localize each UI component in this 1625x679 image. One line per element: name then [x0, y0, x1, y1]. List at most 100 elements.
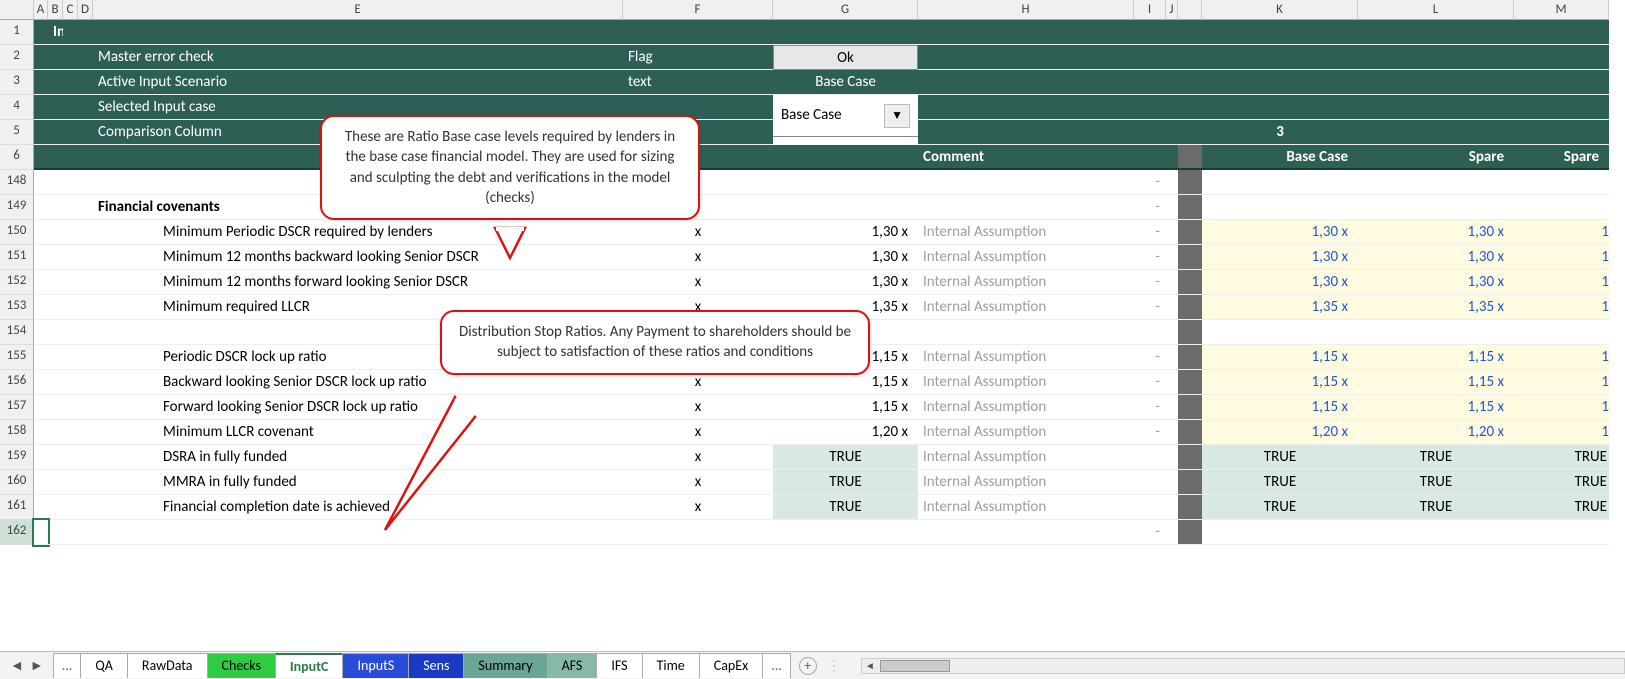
cell[interactable] [1202, 70, 1358, 95]
cell[interactable] [48, 345, 63, 370]
cell[interactable] [1134, 470, 1166, 495]
cell-value[interactable] [773, 170, 918, 195]
row-header[interactable]: 149 [0, 195, 34, 220]
cell-value[interactable]: 1 [1514, 220, 1609, 245]
col-title-spare[interactable]: Spare [1514, 145, 1609, 170]
cell-value[interactable]: 1,30 x [1358, 245, 1514, 270]
cell[interactable]: - [1134, 370, 1166, 395]
cell[interactable]: - [1134, 170, 1166, 195]
cell-value[interactable]: 1,20 x [1358, 420, 1514, 445]
cell-value[interactable]: TRUE [773, 445, 918, 470]
cell[interactable] [78, 120, 93, 145]
tab-ellipsis-right[interactable]: ... [762, 653, 791, 678]
cell[interactable] [1514, 70, 1609, 95]
col-header[interactable]: F [623, 0, 773, 20]
cell[interactable] [48, 70, 63, 95]
cell[interactable] [918, 20, 1134, 45]
cell[interactable] [63, 395, 78, 420]
cell[interactable] [918, 70, 1134, 95]
cell[interactable] [34, 120, 48, 145]
cell[interactable] [1178, 120, 1202, 145]
col-header[interactable] [0, 0, 34, 20]
row-header[interactable]: 5 [0, 120, 34, 145]
cell-value[interactable]: TRUE [773, 495, 918, 520]
row-label[interactable]: Minimum 12 months forward looking Senior… [93, 270, 623, 295]
cell[interactable]: x [623, 270, 773, 295]
cell[interactable] [78, 370, 93, 395]
cell[interactable] [63, 45, 78, 70]
cell[interactable]: x [623, 220, 773, 245]
sheet-tab[interactable]: RawData [127, 653, 208, 678]
cell[interactable] [78, 395, 93, 420]
cell[interactable] [48, 520, 63, 545]
cell[interactable] [773, 20, 918, 45]
cell-value[interactable] [1202, 520, 1358, 545]
cell-value[interactable]: 1,30 x [773, 270, 918, 295]
cell[interactable] [78, 495, 93, 520]
col-title-comment[interactable]: Comment [918, 145, 1134, 170]
cell[interactable] [48, 470, 63, 495]
col-header[interactable]: G [773, 0, 918, 20]
row-header[interactable]: 4 [0, 95, 34, 120]
row-header[interactable]: 151 [0, 245, 34, 270]
row-label[interactable]: Minimum LLCR covenant [93, 420, 623, 445]
cell[interactable] [34, 370, 48, 395]
cell[interactable] [78, 70, 93, 95]
cell[interactable] [63, 220, 78, 245]
cell-comment[interactable]: Internal Assumption [918, 245, 1134, 270]
cell[interactable] [48, 370, 63, 395]
row-header[interactable]: 3 [0, 70, 34, 95]
cell[interactable] [48, 495, 63, 520]
col-header[interactable]: I [1134, 0, 1166, 20]
cell[interactable] [63, 420, 78, 445]
cell-value[interactable]: 1,15 x [1358, 370, 1514, 395]
row-header[interactable]: 162 [0, 520, 34, 545]
cell-value[interactable]: 1,30 x [773, 245, 918, 270]
row-header[interactable]: 152 [0, 270, 34, 295]
cell[interactable] [1166, 420, 1178, 445]
cell-value[interactable]: TRUE [1514, 495, 1609, 520]
row-header[interactable]: 150 [0, 220, 34, 245]
cell[interactable]: - [1134, 345, 1166, 370]
cell-value[interactable]: 1,15 x [1202, 370, 1358, 395]
cell[interactable] [63, 320, 78, 345]
cell[interactable]: - [1134, 245, 1166, 270]
cell-value[interactable]: 1 [1514, 370, 1609, 395]
cell-value[interactable]: 1,15 x [1202, 345, 1358, 370]
cell-value[interactable] [1202, 195, 1358, 220]
cell-value[interactable]: 1,30 x [1202, 220, 1358, 245]
cell[interactable] [63, 20, 78, 45]
cell[interactable] [1358, 70, 1514, 95]
cell-value[interactable]: 1,30 x [1202, 270, 1358, 295]
cell[interactable]: - [1134, 420, 1166, 445]
cell-comment[interactable] [918, 195, 1134, 220]
cell[interactable] [1514, 120, 1609, 145]
cell[interactable] [1134, 20, 1166, 45]
cell[interactable] [48, 45, 63, 70]
cell-comment[interactable] [918, 520, 1134, 545]
cell-value[interactable]: TRUE [1202, 470, 1358, 495]
cell[interactable] [1134, 45, 1166, 70]
tab-nav-prev-icon[interactable]: ◄ [10, 657, 24, 674]
cell[interactable] [78, 320, 93, 345]
cell-value[interactable]: 1,15 x [1358, 345, 1514, 370]
sheet-title[interactable]: InputC [48, 20, 63, 45]
cell[interactable] [1514, 20, 1609, 45]
cell[interactable] [773, 145, 918, 170]
row-header[interactable]: 154 [0, 320, 34, 345]
cell-value[interactable]: 1 [1514, 295, 1609, 320]
sheet-tab[interactable]: CapEx [699, 653, 763, 678]
cell[interactable]: Flag [623, 45, 773, 70]
cell-value[interactable]: TRUE [1202, 495, 1358, 520]
cell[interactable] [63, 370, 78, 395]
cell[interactable]: - [1134, 220, 1166, 245]
cell[interactable] [34, 395, 48, 420]
cell[interactable] [48, 295, 63, 320]
sheet-tab[interactable]: QA [80, 653, 128, 678]
cell[interactable] [1358, 120, 1514, 145]
cell[interactable]: 3 [1202, 120, 1358, 145]
cell[interactable]: text [623, 70, 773, 95]
cell-value[interactable] [1202, 320, 1358, 345]
col-title-spare[interactable]: Spare [1358, 145, 1514, 170]
cell[interactable] [34, 495, 48, 520]
